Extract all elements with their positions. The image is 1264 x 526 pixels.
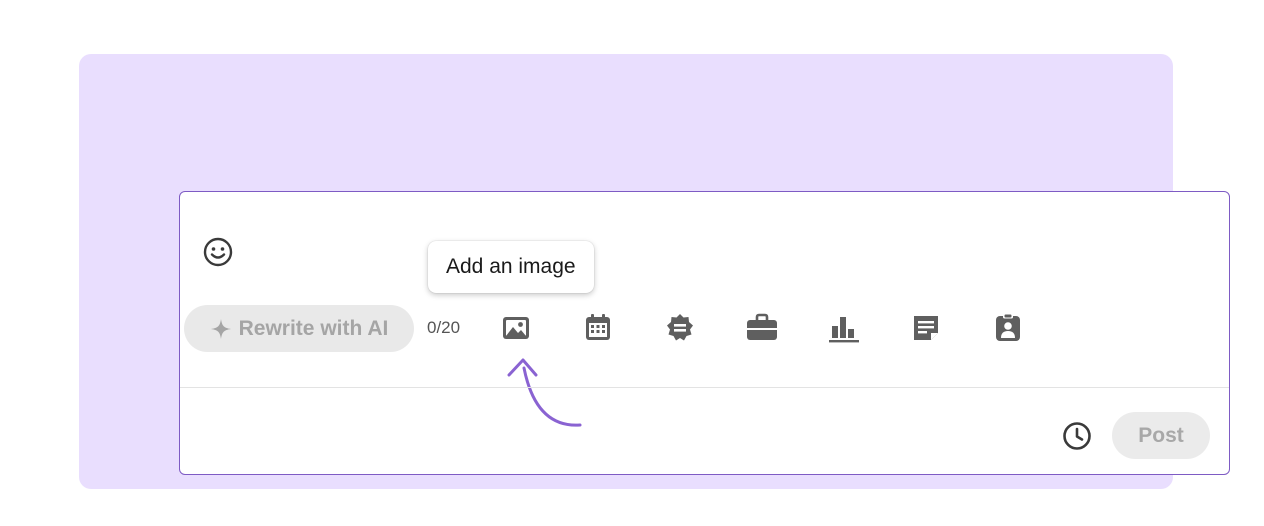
celebrate-button[interactable]: [662, 310, 698, 346]
schedule-post-button[interactable]: [1059, 418, 1095, 454]
briefcase-icon: [747, 313, 777, 340]
calendar-icon: [586, 314, 610, 340]
character-counter: 0/20: [427, 318, 461, 337]
poll-icon: [829, 317, 859, 343]
post-composer: Add an image Rewrite with AI 0/20 Post: [179, 191, 1230, 475]
composer-divider: [180, 387, 1229, 388]
post-button[interactable]: Post: [1112, 412, 1210, 459]
image-icon: [503, 317, 529, 339]
clock-icon: [1063, 422, 1091, 450]
rewrite-with-ai-button[interactable]: Rewrite with AI: [184, 305, 414, 352]
create-event-button[interactable]: [580, 310, 616, 346]
share-job-button[interactable]: [744, 310, 780, 346]
pointer-arrow-icon: [507, 358, 582, 427]
add-image-button[interactable]: [498, 310, 534, 346]
find-expert-button[interactable]: [990, 310, 1026, 346]
document-icon: [914, 316, 938, 340]
add-document-button[interactable]: [908, 310, 944, 346]
emoji-button[interactable]: [200, 234, 236, 270]
create-poll-button[interactable]: [826, 310, 862, 346]
ai-button-label: Rewrite with AI: [238, 316, 389, 340]
add-image-tooltip: Add an image: [428, 241, 594, 293]
expert-icon: [996, 313, 1020, 341]
celebrate-icon: [667, 314, 693, 341]
emoji-icon: [203, 237, 233, 267]
sparkle-icon: [210, 318, 232, 340]
background-panel: Add an image Rewrite with AI 0/20 Post: [79, 54, 1230, 489]
